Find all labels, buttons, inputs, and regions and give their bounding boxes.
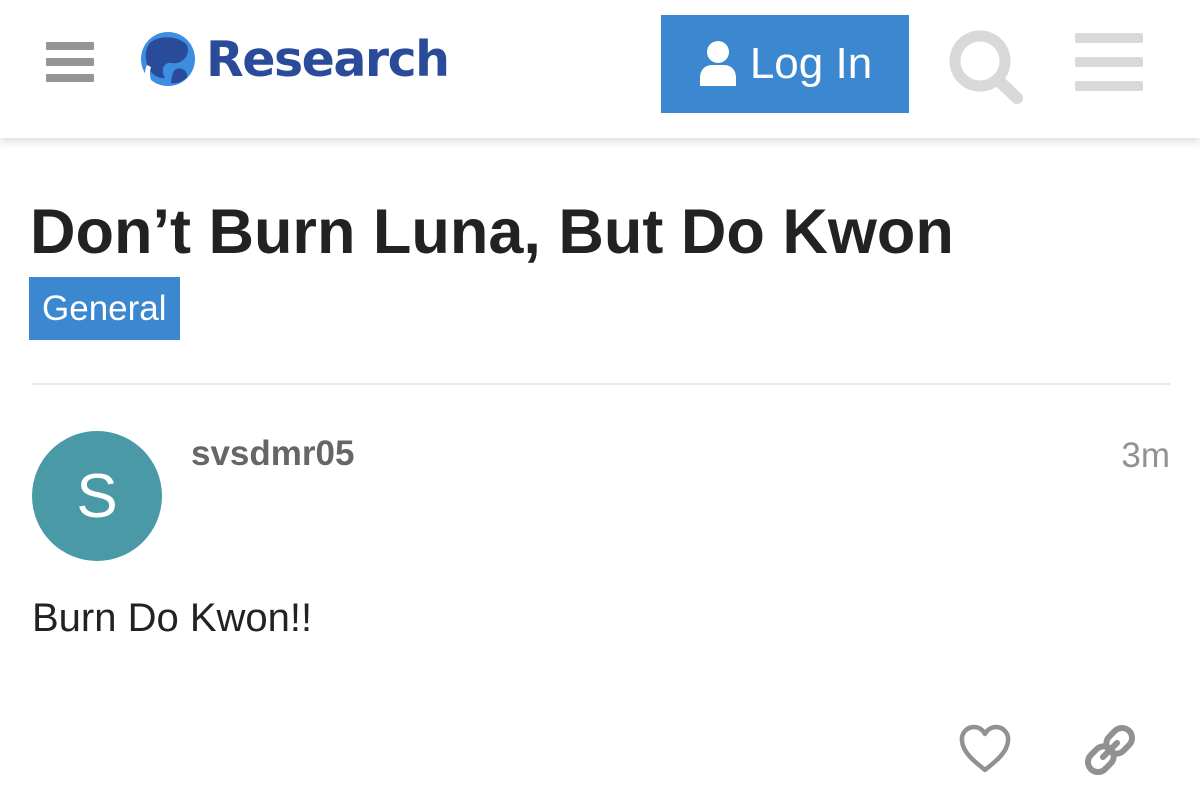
login-button[interactable]: Log In (661, 15, 909, 113)
user-icon (699, 41, 736, 86)
site-logo[interactable]: Research (138, 28, 450, 90)
category-badge[interactable]: General (29, 277, 180, 340)
site-header: Research Log In (0, 0, 1200, 138)
like-button[interactable] (957, 723, 1013, 775)
post-username[interactable]: svsdmr05 (191, 434, 354, 474)
logo-text: Research (206, 30, 450, 88)
post-body: Burn Do Kwon!! (32, 596, 313, 640)
heart-icon (959, 724, 1011, 773)
search-button[interactable] (944, 28, 1026, 104)
divider (32, 383, 1170, 385)
share-link-button[interactable] (1081, 721, 1139, 779)
link-icon (1084, 724, 1136, 776)
search-icon (949, 30, 1023, 104)
login-label: Log In (749, 39, 873, 88)
topic-title: Don’t Burn Luna, But Do Kwon (30, 197, 954, 267)
menu-toggle-right[interactable] (1075, 33, 1143, 91)
menu-toggle-left[interactable] (46, 42, 94, 82)
avatar[interactable]: S (32, 431, 162, 561)
globe-logo-icon (141, 32, 195, 86)
topic-page: Research Log In Don’t Burn Luna, But Do … (0, 0, 1200, 805)
post-age[interactable]: 3m (1121, 436, 1170, 476)
